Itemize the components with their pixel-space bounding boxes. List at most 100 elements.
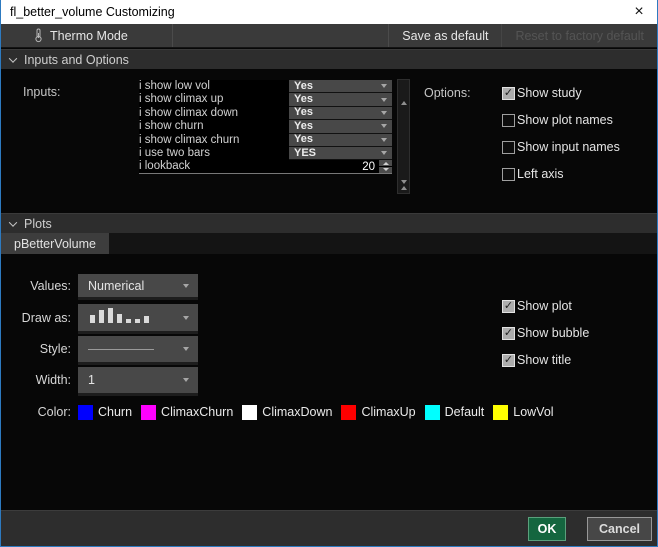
checkbox-icon[interactable]: [502, 113, 515, 127]
input-dropdown[interactable]: Yes: [289, 93, 392, 107]
inputs-label: Inputs:: [23, 85, 61, 99]
color-swatch-climaxchurn: ClimaxChurn: [141, 404, 233, 420]
options-label: Options:: [424, 86, 471, 100]
input-dropdown[interactable]: Yes: [289, 80, 392, 94]
draw-as-dropdown[interactable]: [78, 304, 198, 331]
ok-button[interactable]: OK: [528, 516, 566, 541]
input-dropdown[interactable]: Yes: [289, 106, 392, 121]
plots-title: Plots: [24, 216, 52, 231]
draw-as-label: Draw as:: [21, 310, 71, 325]
footer-bar: OK Cancel: [1, 510, 657, 546]
dropdown-arrow-icon: [183, 378, 189, 382]
toolbar: Thermo Mode Save as default Reset to fac…: [1, 24, 657, 48]
title-bar: fl_better_volume Customizing ×: [1, 0, 657, 24]
chevron-down-icon: [8, 53, 18, 63]
color-swatch-lowvol: LowVol: [493, 404, 554, 420]
input-row: i show climax down Yes: [139, 106, 392, 121]
dropdown-arrow-icon: [183, 283, 189, 288]
input-row: i show churn Yes: [139, 120, 392, 134]
width-label: Width:: [35, 373, 71, 387]
solid-line-icon: [88, 348, 154, 350]
checkbox-left-axis[interactable]: Left axis: [502, 167, 564, 181]
draw-as-row: Draw as:: [1, 304, 198, 331]
swatch-icon[interactable]: [424, 404, 440, 420]
input-name: i show climax up: [139, 93, 224, 106]
checkbox-icon[interactable]: [502, 326, 515, 340]
values-dropdown[interactable]: Numerical: [78, 274, 198, 297]
width-dropdown[interactable]: 1: [78, 367, 198, 393]
input-row: i use two bars YES: [139, 146, 392, 161]
checkbox-icon[interactable]: [502, 299, 515, 313]
checkbox-show-plot[interactable]: Show plot: [502, 299, 572, 313]
dropdown-arrow-icon: [381, 124, 387, 129]
input-name: i show low vol: [139, 80, 210, 92]
inputs-scrollbar[interactable]: [397, 79, 410, 201]
dropdown-arrow-icon: [183, 315, 189, 320]
thermo-mode-label: Thermo Mode: [50, 28, 128, 43]
swatch-icon[interactable]: [493, 404, 509, 420]
color-swatch-churn: Churn: [78, 404, 132, 420]
swatch-icon[interactable]: [341, 404, 357, 420]
color-row: Color: Churn ClimaxChurn ClimaxDown Clim…: [1, 403, 554, 421]
checkbox-show-title[interactable]: Show title: [502, 353, 571, 367]
checkbox-icon[interactable]: [502, 167, 515, 181]
input-name: i lookback: [139, 160, 191, 173]
spinner-up-icon[interactable]: [379, 160, 392, 167]
values-label: Values:: [30, 278, 71, 293]
spinner-down-icon[interactable]: [379, 167, 392, 173]
swatch-icon[interactable]: [242, 404, 258, 420]
input-dropdown[interactable]: YES: [289, 146, 392, 161]
width-row: Width: 1: [1, 367, 198, 393]
input-dropdown[interactable]: Yes: [289, 120, 392, 134]
swatch-icon[interactable]: [141, 404, 157, 420]
dropdown-arrow-icon: [381, 97, 387, 102]
thermo-mode-button[interactable]: Thermo Mode: [1, 24, 173, 47]
input-row: i show low vol Yes: [139, 80, 392, 94]
input-name: i show climax churn: [139, 133, 240, 146]
color-swatch-default: Default: [424, 404, 484, 420]
input-row: i show climax up Yes: [139, 93, 392, 107]
color-swatch-climaxup: ClimaxUp: [341, 404, 416, 420]
style-row: Style:: [1, 336, 198, 362]
chevron-down-icon: [8, 217, 18, 227]
checkbox-icon[interactable]: [502, 353, 515, 367]
checkbox-show-bubble[interactable]: Show bubble: [502, 326, 589, 340]
dropdown-arrow-icon: [381, 137, 387, 142]
values-row: Values: Numerical: [1, 274, 198, 297]
color-label: Color:: [37, 405, 71, 419]
input-name: i use two bars: [139, 146, 210, 159]
lookback-spinner[interactable]: [379, 160, 392, 173]
lookback-value-field[interactable]: 20: [289, 160, 379, 173]
save-as-default-button[interactable]: Save as default: [388, 24, 501, 47]
inputs-and-options-title: Inputs and Options: [24, 52, 129, 67]
checkbox-show-plot-names[interactable]: Show plot names: [502, 113, 613, 127]
checkbox-icon[interactable]: [502, 86, 515, 100]
dropdown-arrow-icon: [381, 151, 387, 156]
checkbox-icon[interactable]: [502, 140, 515, 154]
dropdown-arrow-icon: [183, 347, 189, 351]
plots-section-header[interactable]: Plots: [1, 213, 657, 233]
color-swatches: Churn ClimaxChurn ClimaxDown ClimaxUp De…: [78, 404, 554, 420]
style-dropdown[interactable]: [78, 336, 198, 362]
inputs-and-options-section-header[interactable]: Inputs and Options: [1, 49, 657, 69]
input-dropdown[interactable]: Yes: [289, 133, 392, 147]
input-name: i show climax down: [139, 106, 239, 119]
inputs-list: i show low vol Yes i show climax up Yes …: [139, 80, 392, 174]
reset-to-factory-default-button: Reset to factory default: [501, 24, 657, 47]
plots-tab-bar: pBetterVolume: [1, 233, 657, 254]
color-swatch-climaxdown: ClimaxDown: [242, 404, 332, 420]
histogram-icon: [90, 307, 149, 328]
checkbox-show-study[interactable]: Show study: [502, 86, 582, 100]
dropdown-arrow-icon: [381, 110, 387, 115]
customizing-dialog: fl_better_volume Customizing × Thermo Mo…: [0, 0, 658, 547]
input-name: i show churn: [139, 120, 204, 133]
scroll-down-icon[interactable]: [400, 180, 407, 202]
swatch-icon[interactable]: [78, 404, 93, 420]
cancel-button[interactable]: Cancel: [587, 516, 652, 541]
close-icon[interactable]: ×: [621, 0, 657, 24]
checkbox-show-input-names[interactable]: Show input names: [502, 140, 620, 154]
scroll-up-icon[interactable]: [400, 84, 407, 105]
thermometer-icon: [35, 28, 42, 43]
tab-pbettervolume[interactable]: pBetterVolume: [1, 233, 109, 254]
